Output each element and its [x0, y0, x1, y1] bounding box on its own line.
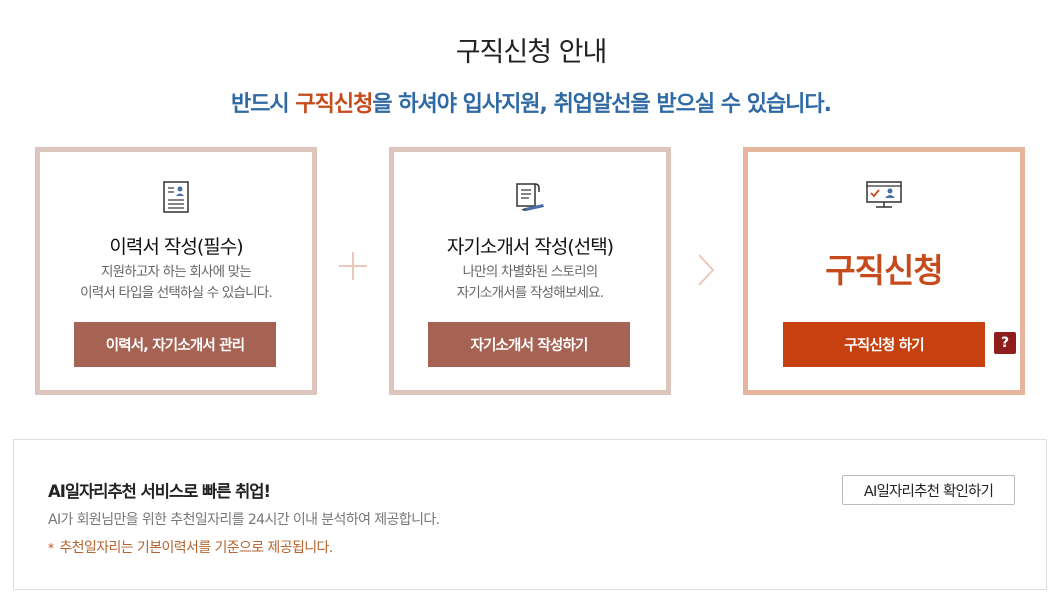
ai-recommendation-button[interactable]: AI일자리추천 확인하기 — [842, 475, 1015, 505]
write-cover-letter-button[interactable]: 자기소개서 작성하기 — [428, 322, 630, 367]
step-title: 자기소개서 작성(선택) — [446, 236, 614, 258]
step-title: 구직신청 — [825, 251, 943, 290]
monitor-profile-icon — [748, 180, 1020, 216]
asterisk: * — [48, 541, 54, 555]
page-subtitle: 반드시 구직신청을 하셔야 입사지원, 취업알선을 받으실 수 있습니다. — [0, 86, 1062, 118]
ai-panel-note: * 추천일자리는 기본이력서를 기준으로 제공됩니다. — [48, 537, 333, 557]
ai-recommendation-panel: AI일자리추천 서비스로 빠른 취업! AI가 회원님만을 위한 추천일자리를 … — [13, 439, 1047, 590]
ai-panel-title: AI일자리추천 서비스로 빠른 취업! — [48, 482, 271, 501]
subtitle-post: 을 하셔야 입사지원, 취업알선을 받으실 수 있습니다. — [372, 92, 832, 117]
step-card-job-application: 구직신청 구직신청 하기 ? — [743, 147, 1025, 395]
subtitle-pre: 반드시 — [230, 92, 296, 117]
apply-job-button[interactable]: 구직신청 하기 — [783, 322, 985, 367]
resume-manage-button[interactable]: 이력서, 자기소개서 관리 — [74, 322, 276, 367]
step-card-resume: 이력서 작성(필수) 지원하고자 하는 회사에 맞는 이력서 타입을 선택하실 … — [35, 147, 317, 395]
desc-line: 나만의 차별화된 스토리의 — [462, 264, 599, 280]
step-description: 지원하고자 하는 회사에 맞는 이력서 타입을 선택하실 수 있습니다. — [40, 262, 312, 304]
chevron-right-icon — [698, 254, 715, 286]
subtitle-highlight: 구직신청 — [295, 92, 373, 117]
plus-icon — [339, 252, 367, 280]
help-icon[interactable]: ? — [994, 332, 1016, 354]
desc-line: 지원하고자 하는 회사에 맞는 — [101, 264, 252, 280]
step-title: 이력서 작성(필수) — [109, 236, 243, 258]
scroll-pen-icon — [394, 180, 666, 216]
step-description: 나만의 차별화된 스토리의 자기소개서를 작성해보세요. — [394, 262, 666, 304]
desc-line: 이력서 타입을 선택하실 수 있습니다. — [80, 285, 273, 301]
ai-panel-description: AI가 회원님만을 위한 추천일자리를 24시간 이내 분석하여 제공합니다. — [48, 512, 440, 528]
step-card-cover-letter: 자기소개서 작성(선택) 나만의 차별화된 스토리의 자기소개서를 작성해보세요… — [389, 147, 671, 395]
desc-line: 자기소개서를 작성해보세요. — [456, 285, 604, 301]
page-title: 구직신청 안내 — [455, 37, 608, 68]
note-text: 추천일자리는 기본이력서를 기준으로 제공됩니다. — [59, 540, 333, 556]
resume-document-icon — [40, 180, 312, 216]
